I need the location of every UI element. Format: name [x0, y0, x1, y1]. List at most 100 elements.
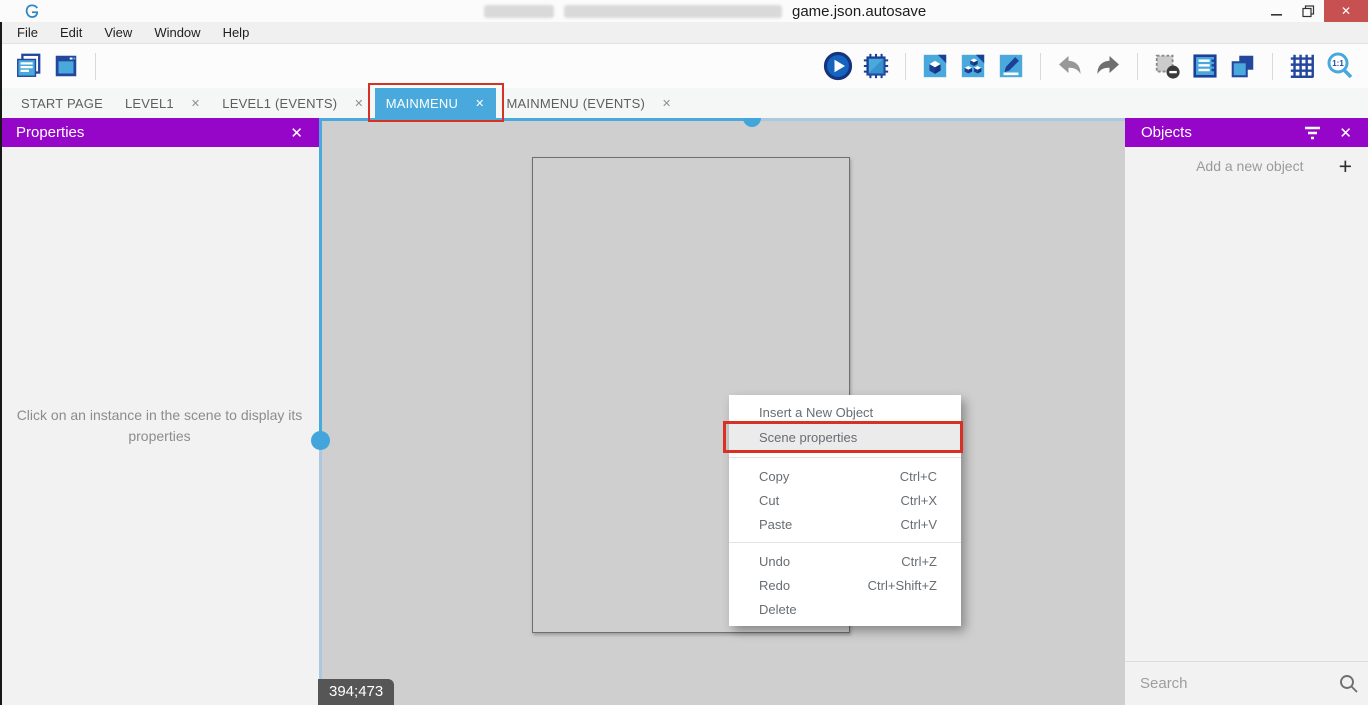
menu-bar: File Edit View Window Help: [0, 22, 1368, 44]
toolbar-separator: [1272, 53, 1273, 80]
add-object-row[interactable]: Add a new object +: [1125, 147, 1368, 185]
canvas-top-divider[interactable]: [752, 118, 1125, 121]
window-title: game.json.autosave: [484, 0, 926, 22]
toolbar-separator: [1137, 53, 1138, 80]
menu-item-label: Paste: [759, 517, 901, 532]
scene-editor-canvas[interactable]: Insert a New Object Scene properties Cop…: [322, 118, 1125, 705]
redo-icon[interactable]: [1093, 51, 1123, 81]
menu-item-shortcut: Ctrl+Z: [901, 554, 937, 569]
objects-list: [1125, 185, 1368, 661]
menu-item-shortcut: Ctrl+V: [901, 517, 937, 532]
context-menu-item-cut[interactable]: Cut Ctrl+X: [729, 488, 961, 512]
layers-editor-icon[interactable]: [1228, 51, 1258, 81]
tab-close-icon[interactable]: ✕: [475, 97, 484, 110]
menu-item-label: Delete: [759, 602, 937, 617]
redacted-path-segment: [564, 5, 782, 18]
objects-panel-header: Objects ✕: [1125, 118, 1368, 147]
menu-item-label: Insert a New Object: [759, 405, 937, 420]
filter-icon[interactable]: [1304, 126, 1321, 140]
close-button[interactable]: ✕: [1324, 0, 1368, 22]
tab-level1-events[interactable]: LEVEL1 (EVENTS) ✕: [211, 88, 374, 118]
context-menu-item-delete[interactable]: Delete: [729, 597, 961, 621]
cursor-coordinates-badge: 394;473: [318, 679, 394, 705]
tab-close-icon[interactable]: ✕: [191, 97, 200, 110]
menu-item-shortcut: Ctrl+Shift+Z: [868, 578, 937, 593]
tab-label: MAINMENU (EVENTS): [507, 96, 645, 111]
close-panel-icon[interactable]: ✕: [290, 124, 303, 142]
objects-editor-icon[interactable]: [920, 51, 950, 81]
object-groups-editor-icon[interactable]: [958, 51, 988, 81]
properties-panel-body: Click on an instance in the scene to dis…: [0, 147, 319, 705]
context-menu: Insert a New Object Scene properties Cop…: [729, 395, 961, 626]
undo-icon[interactable]: [1055, 51, 1085, 81]
debugger-icon[interactable]: [861, 51, 891, 81]
context-menu-item-copy[interactable]: Copy Ctrl+C: [729, 464, 961, 488]
tab-mainmenu[interactable]: MAINMENU ✕: [375, 88, 496, 118]
menu-item-label: Undo: [759, 554, 901, 569]
svg-text:1:1: 1:1: [1332, 59, 1344, 68]
context-menu-item-redo[interactable]: Redo Ctrl+Shift+Z: [729, 573, 961, 597]
toolbar-right-group: 1:1: [819, 51, 1359, 81]
gdevelop-logo-icon: [24, 3, 40, 19]
menu-item-label: Cut: [759, 493, 901, 508]
objects-panel: Objects ✕ Add a new object +: [1125, 118, 1368, 705]
tab-mainmenu-events[interactable]: MAINMENU (EVENTS) ✕: [496, 88, 683, 118]
tab-label: LEVEL1 (EVENTS): [222, 96, 337, 111]
menu-help[interactable]: Help: [212, 22, 261, 44]
divider-drag-handle[interactable]: [311, 431, 330, 450]
tab-label: LEVEL1: [125, 96, 174, 111]
properties-panel: Properties ✕ Click on an instance in the…: [0, 118, 319, 705]
editor-tab-bar: START PAGE LEVEL1 ✕ LEVEL1 (EVENTS) ✕ MA…: [0, 88, 1368, 118]
grid-toggle-icon[interactable]: [1287, 51, 1317, 81]
menu-file[interactable]: File: [6, 22, 49, 44]
toolbar-separator: [905, 53, 906, 80]
tab-start-page[interactable]: START PAGE: [10, 88, 114, 118]
toolbar: 1:1: [0, 44, 1368, 88]
window-controls: ✕: [1260, 0, 1368, 22]
tab-level1[interactable]: LEVEL1 ✕: [114, 88, 211, 118]
objects-search-input[interactable]: [1140, 675, 1339, 692]
play-preview-icon[interactable]: [823, 51, 853, 81]
scene-properties-editor-icon[interactable]: [996, 51, 1026, 81]
window-left-edge: [0, 22, 2, 705]
redacted-path-segment: [484, 5, 554, 18]
menu-item-shortcut: Ctrl+X: [901, 493, 937, 508]
context-menu-item-scene-properties[interactable]: Scene properties: [729, 424, 961, 451]
context-menu-item-paste[interactable]: Paste Ctrl+V: [729, 512, 961, 536]
add-object-plus-icon[interactable]: +: [1339, 155, 1352, 178]
menu-item-shortcut: Ctrl+C: [900, 469, 937, 484]
restore-button[interactable]: [1292, 0, 1324, 22]
document-title: game.json.autosave: [792, 3, 926, 20]
instances-list-icon[interactable]: [1190, 51, 1220, 81]
tab-label: MAINMENU: [386, 96, 458, 111]
toolbar-separator: [1040, 53, 1041, 80]
start-page-icon[interactable]: [51, 51, 81, 81]
tab-mainmenu-wrap: MAINMENU ✕: [375, 88, 496, 118]
properties-empty-message: Click on an instance in the scene to dis…: [9, 405, 311, 447]
menu-item-label: Scene properties: [759, 430, 937, 445]
minimize-button[interactable]: [1260, 0, 1292, 22]
tab-close-icon[interactable]: ✕: [354, 97, 363, 110]
properties-panel-header: Properties ✕: [0, 118, 319, 147]
close-panel-icon[interactable]: ✕: [1339, 124, 1352, 142]
menu-view[interactable]: View: [93, 22, 143, 44]
canvas-top-divider[interactable]: [322, 118, 752, 121]
menu-edit[interactable]: Edit: [49, 22, 93, 44]
project-manager-icon[interactable]: [13, 51, 43, 81]
title-bar: game.json.autosave ✕: [0, 0, 1368, 22]
menu-window[interactable]: Window: [143, 22, 211, 44]
menu-separator: [729, 457, 961, 458]
toolbar-separator: [95, 53, 96, 80]
menu-item-label: Copy: [759, 469, 900, 484]
search-icon[interactable]: [1339, 674, 1358, 693]
menu-item-label: Redo: [759, 578, 868, 593]
menu-separator: [729, 542, 961, 543]
top-divider-drag-handle[interactable]: [743, 118, 761, 127]
zoom-reset-1-1-icon[interactable]: 1:1: [1325, 51, 1355, 81]
delete-instances-icon[interactable]: [1152, 51, 1182, 81]
objects-search-row: [1125, 661, 1368, 705]
context-menu-item-insert-object[interactable]: Insert a New Object: [729, 400, 961, 424]
tab-close-icon[interactable]: ✕: [662, 97, 671, 110]
context-menu-item-undo[interactable]: Undo Ctrl+Z: [729, 549, 961, 573]
tab-label: START PAGE: [21, 96, 103, 111]
